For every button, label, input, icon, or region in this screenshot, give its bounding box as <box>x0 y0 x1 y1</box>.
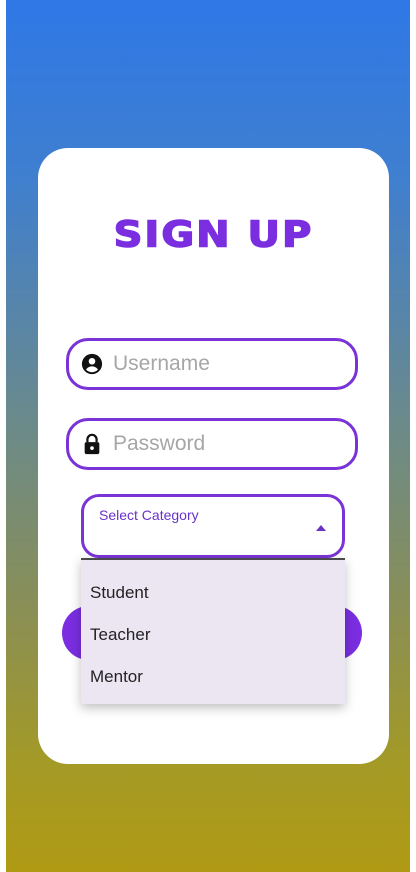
category-dropdown-menu: Student Teacher Mentor <box>81 558 345 704</box>
password-field[interactable]: Password <box>66 418 358 470</box>
app-screen: SIGN UP Username Password Select Categor… <box>6 0 410 872</box>
arrow-up-icon[interactable] <box>316 525 326 531</box>
password-placeholder: Password <box>113 432 206 455</box>
username-field[interactable]: Username <box>66 338 358 390</box>
category-option-mentor[interactable]: Mentor <box>81 656 345 698</box>
category-option-student[interactable]: Student <box>81 572 345 614</box>
lock-icon <box>81 433 103 455</box>
username-placeholder: Username <box>113 352 210 375</box>
category-select-label: Select Category <box>99 507 199 523</box>
signup-card: SIGN UP Username Password Select Categor… <box>38 148 389 764</box>
category-option-teacher[interactable]: Teacher <box>81 614 345 656</box>
category-select[interactable]: Select Category <box>81 494 345 558</box>
page-title: SIGN UP <box>113 214 314 257</box>
account-circle-icon <box>81 353 103 375</box>
